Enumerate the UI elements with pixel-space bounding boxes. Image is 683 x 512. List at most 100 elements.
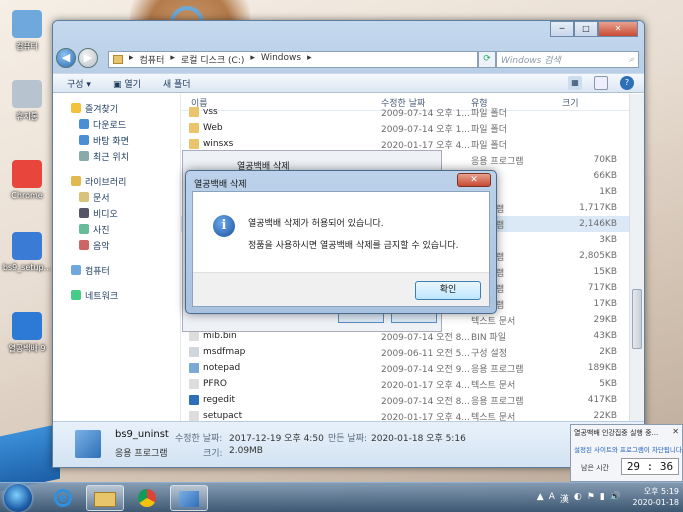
organize-button[interactable]: 구성 ▾	[67, 77, 91, 90]
tray-icon[interactable]: 🔊	[610, 492, 621, 505]
cell-date: 2020-01-17 오후 4...	[381, 140, 470, 151]
address-bar[interactable]: ▸ 컴퓨터 ▸ 로컬 디스크 (C:) ▸ Windows ▸	[108, 51, 478, 68]
table-row[interactable]: Web 2009-07-14 오후 1... 파일 폴더	[181, 120, 629, 136]
desktop-icon[interactable]: bs9_setup...	[2, 232, 52, 272]
detail-modified: 2017-12-19 오후 4:50	[229, 434, 324, 444]
cell-size: 15KB	[593, 267, 617, 277]
cell-name: setupact	[203, 411, 243, 421]
nav-item[interactable]: 사진	[53, 221, 180, 237]
cell-size: 43KB	[593, 331, 617, 341]
nav-item[interactable]: 라이브러리	[53, 173, 180, 189]
breadcrumb-item[interactable]: 컴퓨터	[140, 53, 165, 66]
refresh-button[interactable]: ⟳	[478, 51, 496, 68]
cell-size: 2KB	[599, 347, 617, 357]
nav-item-label: 컴퓨터	[85, 266, 110, 277]
table-row[interactable]: notepad 2009-07-14 오전 9... 응용 프로그램 189KB	[181, 360, 629, 376]
cell-date: 2020-01-17 오후 4...	[381, 412, 470, 422]
desktop-icon[interactable]: 컴퓨터	[2, 10, 52, 52]
help-icon[interactable]: ?	[620, 76, 634, 90]
nav-item[interactable]: 다운로드	[53, 116, 180, 132]
desktop-icon-label: 컴퓨터	[15, 42, 39, 51]
cell-size: 189KB	[587, 363, 617, 373]
table-row[interactable]: regedit 2009-07-14 오전 8... 응용 프로그램 417KB	[181, 392, 629, 408]
file-icon	[189, 107, 199, 117]
taskbar-chrome[interactable]	[128, 485, 166, 511]
taskbar-explorer[interactable]	[86, 485, 124, 511]
nav-item-icon	[71, 103, 81, 113]
file-icon	[189, 139, 199, 149]
cell-name: msdfmap	[203, 347, 246, 357]
nav-item-icon	[71, 176, 81, 186]
dialog-title: 열공백배 삭제	[194, 180, 247, 190]
breadcrumb-separator[interactable]: ▸	[170, 53, 175, 66]
cell-type: 파일 폴더	[471, 108, 507, 119]
nav-item-icon	[71, 290, 81, 300]
cell-type: 응용 프로그램	[471, 364, 524, 375]
back-button[interactable]: ◀	[56, 48, 76, 68]
open-button[interactable]: ▣ 열기	[113, 77, 141, 90]
detail-name: bs9_uninst	[115, 429, 169, 440]
tray-icon[interactable]: 漢	[560, 492, 569, 505]
breadcrumb-separator[interactable]: ▸	[307, 53, 312, 66]
table-row[interactable]: vss 2009-07-14 오후 1... 파일 폴더	[181, 104, 629, 120]
tray-icon[interactable]: ▮	[600, 492, 605, 505]
nav-item-label: 최근 위치	[93, 152, 129, 163]
desktop-icon[interactable]: 휴지통	[2, 80, 52, 122]
start-button[interactable]	[4, 484, 32, 512]
table-row[interactable]: PFRO 2020-01-17 오후 4... 텍스트 문서 5KB	[181, 376, 629, 392]
cell-size: 1,717KB	[579, 203, 617, 213]
scroll-thumb[interactable]	[632, 289, 642, 349]
nav-item[interactable]: 최근 위치	[53, 148, 180, 164]
search-input[interactable]: Windows 검색 ⌕	[496, 51, 639, 68]
table-row[interactable]: setupact 2020-01-17 오후 4... 텍스트 문서 22KB	[181, 408, 629, 421]
file-icon	[189, 411, 199, 421]
nav-item[interactable]: 바탕 화면	[53, 132, 180, 148]
cell-type: 응용 프로그램	[471, 156, 524, 167]
cell-name: PFRO	[203, 379, 227, 389]
cell-type: 파일 폴더	[471, 124, 507, 135]
minimize-button[interactable]: ─	[550, 21, 574, 37]
forward-button[interactable]: ▶	[78, 48, 98, 68]
cell-date: 2009-07-14 오후 1...	[381, 108, 470, 119]
close-button[interactable]: ✕	[598, 21, 638, 37]
tray-icon[interactable]: ◐	[574, 492, 582, 505]
breadcrumb-separator[interactable]: ▸	[250, 53, 255, 66]
tray-icon[interactable]: A	[549, 492, 555, 505]
breadcrumb-item[interactable]: 로컬 디스크 (C:)	[181, 53, 244, 66]
breadcrumb-separator[interactable]: ▸	[129, 53, 134, 66]
clock[interactable]: 오후 5:19 2020-01-18	[633, 486, 680, 508]
vertical-scrollbar[interactable]	[629, 94, 644, 421]
notification-title: 열공백배 인강집중 실행 중...	[574, 429, 659, 437]
cell-type: 응용 프로그램	[471, 396, 524, 407]
nav-item-icon	[79, 208, 89, 218]
view-icon[interactable]: ▦	[568, 76, 582, 90]
taskbar-ie[interactable]: e	[44, 485, 82, 511]
dialog-close-button[interactable]: ✕	[457, 173, 491, 187]
ok-button[interactable]: 확인	[415, 281, 481, 300]
tray-icon[interactable]: ▲	[537, 492, 544, 505]
desktop-icon[interactable]: Chrome	[2, 160, 52, 200]
notification-link[interactable]: 설정된 사이트와 프로그램이 차단됩니다.	[574, 444, 683, 454]
preview-pane-icon[interactable]	[594, 76, 608, 90]
nav-item[interactable]: 컴퓨터	[53, 262, 180, 278]
cell-size: 2,805KB	[579, 251, 617, 261]
dialog-message-1: 열공백배 삭제가 허용되어 있습니다.	[248, 219, 384, 229]
details-pane: bs9_uninst 응용 프로그램 수정한 날짜: 2017-12-19 오후…	[53, 421, 644, 467]
maximize-button[interactable]: □	[574, 21, 598, 37]
breadcrumb-item[interactable]: Windows	[261, 53, 301, 66]
tray-icon[interactable]: ⚑	[587, 492, 595, 505]
nav-item[interactable]: 즐겨찾기	[53, 100, 180, 116]
nav-item[interactable]: 음악	[53, 237, 180, 253]
dialog-footer: 확인	[193, 272, 489, 306]
delete-dialog: 열공백배 삭제 ✕ i 열공백배 삭제가 허용되어 있습니다. 정품을 사용하시…	[185, 170, 497, 314]
desktop-icon[interactable]: 열공백배 9	[2, 312, 52, 354]
nav-item[interactable]: 문서	[53, 189, 180, 205]
nav-item[interactable]: 네트워크	[53, 287, 180, 303]
table-row[interactable]: msdfmap 2009-06-11 오전 5... 구성 설정 2KB	[181, 344, 629, 360]
ie-icon: e	[54, 489, 72, 507]
notification-close-button[interactable]: ✕	[672, 427, 679, 436]
folder-icon	[113, 55, 123, 64]
new-folder-button[interactable]: 새 폴더	[163, 77, 191, 90]
nav-item[interactable]: 비디오	[53, 205, 180, 221]
taskbar-bs9[interactable]	[170, 485, 208, 511]
